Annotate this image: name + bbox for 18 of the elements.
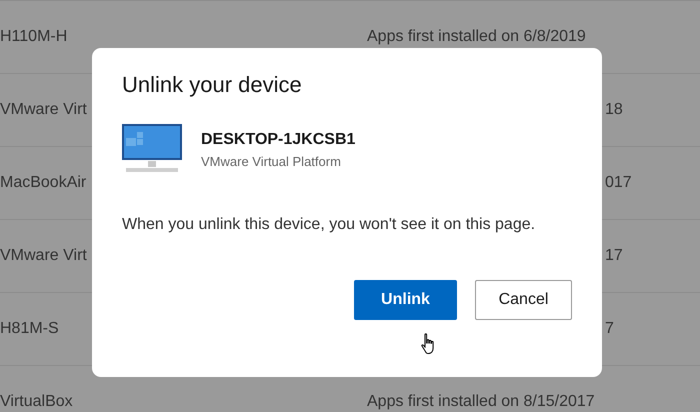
install-date-text: Apps first installed on 6/8/2019 (367, 28, 586, 46)
install-date-text: 7 (605, 320, 614, 338)
install-date-text: Apps first installed on 8/15/2017 (367, 393, 595, 411)
install-date-text: 18 (605, 101, 623, 119)
cancel-button[interactable]: Cancel (475, 280, 572, 320)
unlink-button[interactable]: Unlink (354, 280, 457, 320)
device-name: H81M-S (0, 320, 60, 338)
device-name: VirtualBox (0, 393, 74, 411)
install-date-text: 17 (605, 247, 623, 265)
device-title: DESKTOP-1JKCSB1 (201, 131, 356, 149)
dialog-title: Unlink your device (122, 72, 303, 98)
device-model: VMware Virtual Platform (201, 154, 342, 169)
dialog-message: When you unlink this device, you won't see it on this page. (122, 216, 536, 234)
device-name: VMware Virt (0, 247, 88, 265)
device-name: H110M-H (0, 28, 68, 46)
device-name: MacBookAir (0, 174, 88, 192)
device-name: VMware Virt (0, 101, 88, 119)
install-date-text: 017 (605, 174, 632, 192)
